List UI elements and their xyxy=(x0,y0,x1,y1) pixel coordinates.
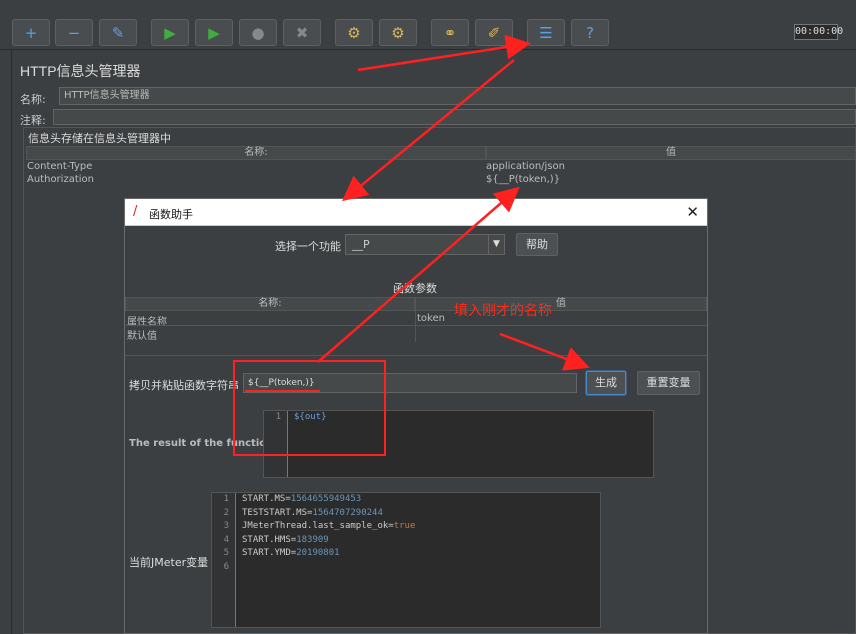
header-row-name[interactable]: Content-Type xyxy=(27,161,92,172)
copy-label: 拷贝并粘贴函数字符串 xyxy=(129,379,239,392)
start-no-pause-icon[interactable]: ▶ xyxy=(195,19,233,46)
function-helper-icon[interactable]: ☰ xyxy=(527,19,565,46)
select-function-label: 选择一个功能 xyxy=(275,240,341,253)
search-icon[interactable]: ⚭ xyxy=(431,19,469,46)
dialog-title: 函数助手 xyxy=(149,208,193,221)
clear-icon[interactable]: ⚙ xyxy=(335,19,373,46)
function-select[interactable]: __P ▼ xyxy=(345,234,505,255)
divider xyxy=(125,325,707,326)
params-title: 函数参数 xyxy=(393,282,437,295)
param-value[interactable]: token xyxy=(417,313,445,324)
underline-mark xyxy=(245,390,320,392)
shutdown-icon[interactable]: ✖ xyxy=(283,19,321,46)
line-gutter: 123456 xyxy=(212,493,236,627)
annotation-text: 填入刚才的名称 xyxy=(454,303,552,319)
comment-field[interactable] xyxy=(53,109,856,125)
toolbar: + − ✎ ▶ ▶ ● ✖ ⚙ ⚙ ⚭ ✐ ☰? 00:00:00 xyxy=(0,0,856,50)
help-icon[interactable]: ? xyxy=(571,19,609,46)
section-title: 信息头存储在信息头管理器中 xyxy=(28,132,171,145)
name-label: 名称: xyxy=(20,93,46,106)
add-icon[interactable]: + xyxy=(12,19,50,46)
var-line xyxy=(242,561,415,575)
close-icon[interactable]: ✕ xyxy=(686,203,699,221)
reset-variables-button[interactable]: 重置变量 xyxy=(637,371,700,395)
divider xyxy=(125,355,707,356)
var-line: START.HMS=183909 xyxy=(242,534,329,545)
stop-icon[interactable]: ● xyxy=(239,19,277,46)
clear-all-icon[interactable]: ⚙ xyxy=(379,19,417,46)
var-line: START.MS=1564655949453 xyxy=(242,494,362,504)
jmeter-vars-label: 当前JMeter变量 xyxy=(129,556,209,569)
chevron-down-icon[interactable]: ▼ xyxy=(488,235,504,254)
function-select-value: __P xyxy=(352,238,370,251)
feather-icon: / xyxy=(133,204,138,219)
comment-label: 注释: xyxy=(20,114,46,127)
param-col-header-name[interactable]: 名称: xyxy=(125,297,415,311)
left-tree-strip[interactable] xyxy=(0,50,12,634)
toggle-icon[interactable]: ✎ xyxy=(99,19,137,46)
highlight-box xyxy=(233,360,386,456)
col-header-value[interactable]: 值 xyxy=(486,146,856,160)
param-name[interactable]: 默认值 xyxy=(127,327,157,342)
header-row-value[interactable]: ${__P(token,)} xyxy=(486,174,560,185)
function-helper-dialog: / 函数助手 ✕ 选择一个功能 __P ▼ 帮助 函数参数 名称: 值 属性名称… xyxy=(124,198,708,634)
elapsed-timer: 00:00:00 xyxy=(794,24,843,40)
help-button[interactable]: 帮助 xyxy=(516,233,558,256)
var-line: TESTSTART.MS=1564707290244 xyxy=(242,507,383,518)
page-title: HTTP信息头管理器 xyxy=(20,63,141,79)
header-row-value[interactable]: application/json xyxy=(486,161,565,172)
var-line: JMeterThread.last_sample_ok=true xyxy=(242,521,416,531)
jmeter-vars-text-area[interactable]: 123456 START.MS=1564655949453 TESTSTART.M… xyxy=(211,492,601,628)
col-header-name[interactable]: 名称: xyxy=(26,146,486,160)
reset-search-icon[interactable]: ✐ xyxy=(475,19,513,46)
divider xyxy=(415,311,416,342)
dialog-title-bar: / 函数助手 ✕ xyxy=(125,199,707,226)
var-line: START.YMD=20190801 xyxy=(242,548,340,558)
vars-lines: START.MS=1564655949453 TESTSTART.MS=15647… xyxy=(242,493,415,574)
name-field[interactable]: HTTP信息头管理器 xyxy=(59,87,856,105)
generate-button[interactable]: 生成 xyxy=(586,371,626,395)
header-row-name[interactable]: Authorization xyxy=(27,174,94,185)
start-icon[interactable]: ▶ xyxy=(151,19,189,46)
remove-icon[interactable]: − xyxy=(55,19,93,46)
